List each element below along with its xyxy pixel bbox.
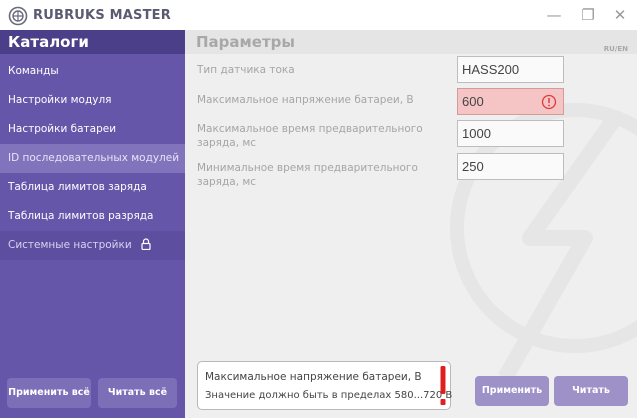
min-precharge-time-field[interactable]: 250: [457, 153, 564, 180]
current-sensor-type-field[interactable]: HASS200: [457, 56, 564, 83]
lock-icon: [141, 238, 151, 250]
sidebar-item-system-settings[interactable]: Системные настройки: [0, 231, 185, 260]
param-label-min-precharge-time: Минимальное время предварительного заряд…: [197, 162, 418, 188]
read-button[interactable]: Читать: [554, 376, 628, 406]
parameters-header: Параметры RU/EN: [185, 30, 637, 54]
param-label-current-sensor-type: Тип датчика тока: [197, 64, 295, 76]
apply-button[interactable]: Применить: [475, 376, 549, 406]
sidebar-item-charge-limits[interactable]: Таблица лимитов заряда: [0, 173, 185, 202]
validation-message-box: Максимальное напряжение батареи, В Значе…: [197, 361, 453, 410]
message-title: Максимальное напряжение батареи, В: [205, 371, 422, 383]
language-switch[interactable]: RU/EN: [604, 37, 628, 61]
sidebar: Каталоги Команды Настройки модуля Настро…: [0, 30, 185, 418]
sidebar-item-label: Системные настройки: [8, 239, 132, 251]
maximize-button[interactable]: ❐: [577, 5, 599, 25]
apply-all-button[interactable]: Применить всё: [7, 378, 91, 408]
sidebar-header: Каталоги: [0, 30, 185, 54]
title-bar: RUBRUKS MASTER — ❐ ✕: [0, 0, 637, 30]
max-battery-voltage-value: 600: [462, 94, 484, 109]
sidebar-item-serial-module-ids[interactable]: ID последовательных модулей: [0, 144, 185, 173]
sidebar-item-battery-settings[interactable]: Настройки батареи: [0, 115, 185, 144]
page-title: Параметры: [196, 33, 295, 51]
max-precharge-time-field[interactable]: 1000: [457, 120, 564, 147]
minimize-button[interactable]: —: [543, 5, 565, 25]
main-panel: Параметры RU/EN Тип датчика тока HASS200…: [185, 30, 637, 418]
param-label-max-precharge-time: Максимальное время предварительного заря…: [197, 123, 423, 149]
exclamation-icon: [440, 366, 446, 405]
sidebar-item-module-settings[interactable]: Настройки модуля: [0, 86, 185, 115]
app-logo-icon: [8, 6, 28, 26]
sidebar-item-discharge-limits[interactable]: Таблица лимитов разряда: [0, 202, 185, 231]
max-battery-voltage-field[interactable]: 600: [457, 88, 564, 115]
message-text: Значение должно быть в пределах 580...72…: [205, 390, 453, 401]
sidebar-item-commands[interactable]: Команды: [0, 57, 185, 86]
error-circle-icon: [541, 94, 557, 110]
param-label-max-battery-voltage: Максимальное напряжение батареи, В: [197, 94, 414, 106]
read-all-button[interactable]: Читать всё: [98, 378, 177, 408]
app-title: RUBRUKS MASTER: [33, 8, 171, 23]
close-button[interactable]: ✕: [609, 5, 631, 25]
